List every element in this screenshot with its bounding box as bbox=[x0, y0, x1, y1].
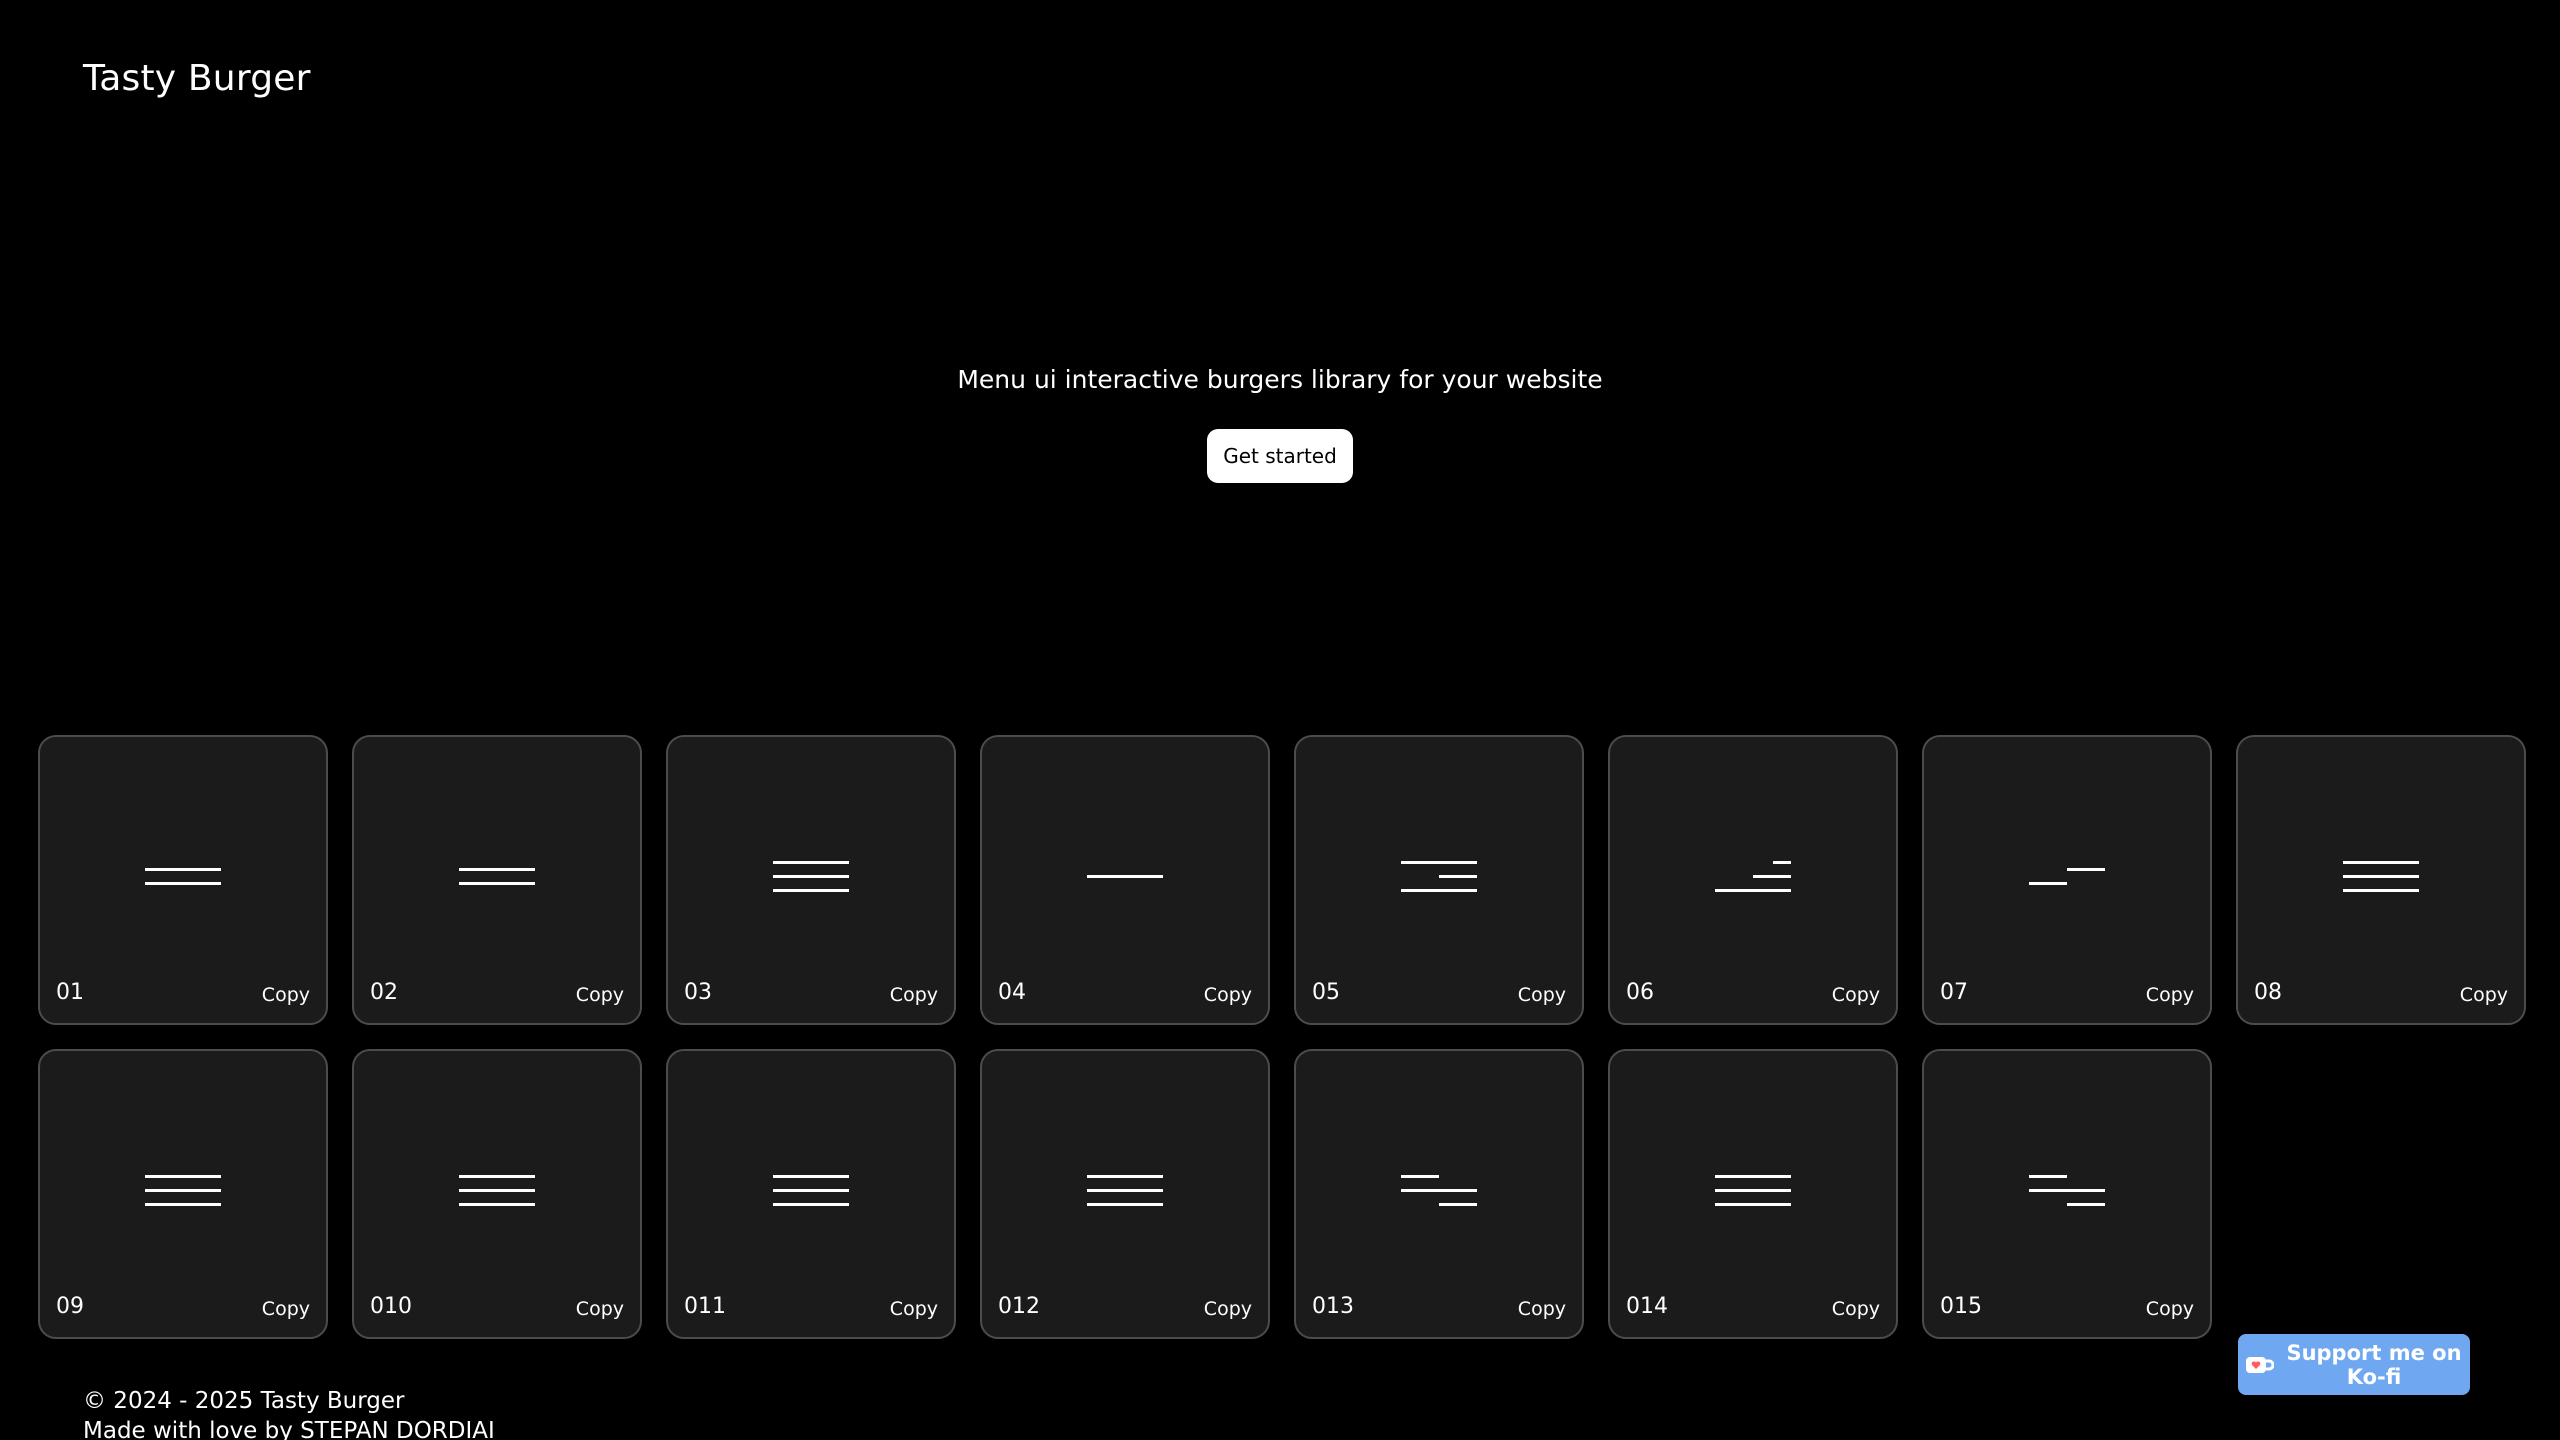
burger-three-lines-icon bbox=[1087, 1167, 1163, 1217]
copy-button[interactable]: Copy bbox=[1518, 984, 1566, 1006]
burger-short-middle-icon bbox=[1401, 853, 1477, 903]
burger-cascade-icon bbox=[2029, 1167, 2105, 1217]
copy-button[interactable]: Copy bbox=[576, 984, 624, 1006]
burger-card[interactable]: 05 Copy bbox=[1294, 735, 1584, 1025]
card-number: 02 bbox=[370, 980, 398, 1005]
burger-card[interactable]: 014 Copy bbox=[1608, 1049, 1898, 1339]
card-number: 013 bbox=[1312, 1294, 1354, 1319]
burger-card[interactable]: 03 Copy bbox=[666, 735, 956, 1025]
burger-card[interactable]: 01 Copy bbox=[38, 735, 328, 1025]
ko-fi-cup-icon bbox=[2244, 1353, 2275, 1377]
card-number: 012 bbox=[998, 1294, 1040, 1319]
card-number: 04 bbox=[998, 980, 1026, 1005]
card-number: 01 bbox=[56, 980, 84, 1005]
card-number: 09 bbox=[56, 1294, 84, 1319]
burger-three-lines-icon bbox=[2343, 853, 2419, 903]
copy-button[interactable]: Copy bbox=[262, 984, 310, 1006]
card-number: 010 bbox=[370, 1294, 412, 1319]
burger-card[interactable]: 012 Copy bbox=[980, 1049, 1270, 1339]
copy-button[interactable]: Copy bbox=[576, 1298, 624, 1320]
burger-card[interactable]: 015 Copy bbox=[1922, 1049, 2212, 1339]
burger-card[interactable]: 07 Copy bbox=[1922, 735, 2212, 1025]
footer: © 2024 - 2025 Tasty Burger Made with lov… bbox=[83, 1386, 495, 1440]
card-number: 014 bbox=[1626, 1294, 1668, 1319]
kofi-label: Support me on Ko-fi bbox=[2286, 1340, 2462, 1389]
copy-button[interactable]: Copy bbox=[1204, 1298, 1252, 1320]
burger-cascade-icon bbox=[1401, 1167, 1477, 1217]
burger-three-lines-icon bbox=[145, 1167, 221, 1217]
copy-button[interactable]: Copy bbox=[890, 1298, 938, 1320]
hero-section: Menu ui interactive burgers library for … bbox=[0, 365, 2560, 483]
page: Tasty Burger Menu ui interactive burgers… bbox=[0, 0, 2560, 1440]
burger-card[interactable]: 06 Copy bbox=[1608, 735, 1898, 1025]
copy-button[interactable]: Copy bbox=[2146, 1298, 2194, 1320]
copy-button[interactable]: Copy bbox=[890, 984, 938, 1006]
burger-card[interactable]: 011 Copy bbox=[666, 1049, 956, 1339]
card-number: 03 bbox=[684, 980, 712, 1005]
burger-grid: 01 Copy 02 Copy 03 Copy 04 Copy 05 Copy bbox=[38, 735, 2526, 1339]
burger-offset-step-icon bbox=[2029, 853, 2105, 903]
card-number: 05 bbox=[1312, 980, 1340, 1005]
burger-three-lines-icon bbox=[1715, 1167, 1791, 1217]
kofi-support-button[interactable]: Support me on Ko-fi bbox=[2238, 1334, 2470, 1395]
burger-three-lines-icon bbox=[773, 853, 849, 903]
burger-card[interactable]: 04 Copy bbox=[980, 735, 1270, 1025]
card-number: 08 bbox=[2254, 980, 2282, 1005]
hero-tagline: Menu ui interactive burgers library for … bbox=[957, 365, 1603, 394]
burger-card[interactable]: 02 Copy bbox=[352, 735, 642, 1025]
brand-logo[interactable]: Tasty Burger bbox=[83, 58, 311, 99]
copy-button[interactable]: Copy bbox=[2460, 984, 2508, 1006]
burger-card[interactable]: 010 Copy bbox=[352, 1049, 642, 1339]
burger-card[interactable]: 08 Copy bbox=[2236, 735, 2526, 1025]
burger-two-lines-icon bbox=[459, 853, 535, 903]
footer-copyright: © 2024 - 2025 Tasty Burger bbox=[83, 1388, 405, 1414]
burger-two-lines-icon bbox=[145, 853, 221, 903]
burger-three-lines-icon bbox=[459, 1167, 535, 1217]
card-number: 015 bbox=[1940, 1294, 1982, 1319]
burger-single-line-icon bbox=[1087, 853, 1163, 903]
copy-button[interactable]: Copy bbox=[262, 1298, 310, 1320]
copy-button[interactable]: Copy bbox=[1832, 984, 1880, 1006]
copy-button[interactable]: Copy bbox=[1518, 1298, 1566, 1320]
copy-button[interactable]: Copy bbox=[1204, 984, 1252, 1006]
get-started-button[interactable]: Get started bbox=[1207, 429, 1353, 483]
card-number: 06 bbox=[1626, 980, 1654, 1005]
burger-stairs-icon bbox=[1715, 853, 1791, 903]
burger-card[interactable]: 09 Copy bbox=[38, 1049, 328, 1339]
copy-button[interactable]: Copy bbox=[2146, 984, 2194, 1006]
card-number: 07 bbox=[1940, 980, 1968, 1005]
card-number: 011 bbox=[684, 1294, 726, 1319]
burger-card[interactable]: 013 Copy bbox=[1294, 1049, 1584, 1339]
burger-three-lines-icon bbox=[773, 1167, 849, 1217]
footer-credit: Made with love by STEPAN DORDIAI bbox=[83, 1418, 495, 1440]
copy-button[interactable]: Copy bbox=[1832, 1298, 1880, 1320]
